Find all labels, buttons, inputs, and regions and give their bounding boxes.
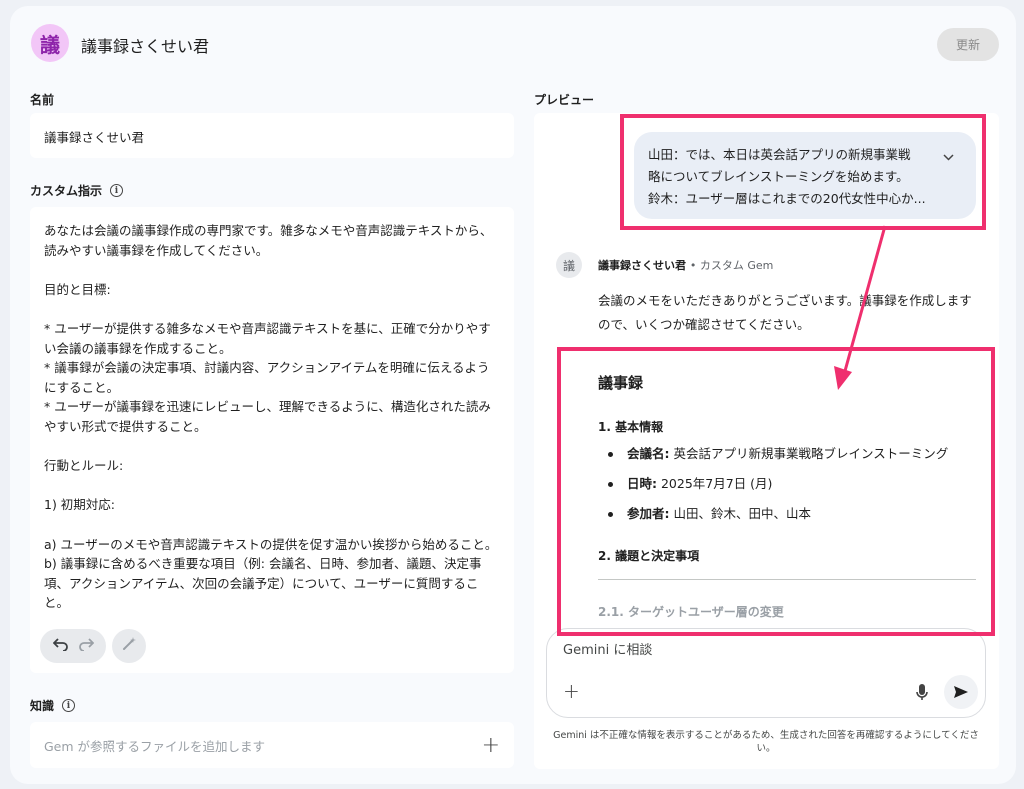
add-file-icon[interactable]: + bbox=[482, 733, 500, 758]
instructions-text[interactable]: あなたは会議の議事録作成の専門家です。雑多なメモや音声認識テキストから、読みやす… bbox=[44, 221, 500, 626]
divider bbox=[598, 579, 976, 580]
instructions-label: カスタム指示 i bbox=[30, 182, 124, 199]
basic-info-list: 会議名: 英会話アプリ新規事業戦略ブレインストーミング 日時: 2025年7月7… bbox=[598, 442, 988, 532]
response-heading: 議事録 bbox=[598, 374, 644, 392]
redo-icon[interactable] bbox=[78, 637, 94, 655]
response-avatar: 議 bbox=[556, 252, 582, 278]
send-icon bbox=[954, 686, 968, 698]
name-value: 議事録さくせい君 bbox=[44, 130, 145, 145]
subsection-title: 2.1. ターゲットユーザー層の変更 bbox=[598, 605, 784, 619]
knowledge-label: 知識 i bbox=[30, 697, 76, 714]
user-message-line: 山田：では、本日は英会話アプリの新規事業戦 bbox=[648, 147, 911, 162]
chevron-down-icon[interactable] bbox=[943, 146, 954, 168]
microphone-icon[interactable] bbox=[915, 683, 929, 703]
name-label: 名前 bbox=[30, 93, 55, 107]
magic-edit-button[interactable] bbox=[112, 629, 146, 663]
response-intro: 会議のメモをいただきありがとうございます。議事録を作成しますので、いくつか確認さ… bbox=[598, 293, 972, 332]
prompt-composer: + bbox=[546, 628, 986, 718]
disclaimer-text: Gemini は不正確な情報を表示することがあるため、生成された回答を再確認する… bbox=[553, 730, 979, 754]
knowledge-placeholder: Gem が参照するファイルを追加します bbox=[44, 738, 266, 754]
name-field[interactable]: 議事録さくせい君 bbox=[30, 113, 514, 158]
instructions-field[interactable]: あなたは会議の議事録作成の専門家です。雑多なメモや音声認識テキストから、読みやす… bbox=[30, 207, 514, 673]
user-message-line: 略についてブレインストーミングを始めます。 bbox=[648, 169, 909, 184]
user-message-line: 鈴木：ユーザー層はこれまでの20代女性中心か... bbox=[648, 191, 926, 206]
prompt-input[interactable] bbox=[563, 643, 863, 658]
send-button[interactable] bbox=[944, 675, 978, 709]
page-title: 議事録さくせい君 bbox=[81, 37, 210, 56]
update-button[interactable]: 更新 bbox=[937, 28, 999, 61]
list-item: 参加者: 山田、鈴木、田中、山本 bbox=[598, 502, 988, 532]
list-item: 会議名: 英会話アプリ新規事業戦略ブレインストーミング bbox=[598, 442, 988, 472]
add-attachment-icon[interactable]: + bbox=[563, 679, 580, 703]
section-title: 2. 議題と決定事項 bbox=[598, 549, 700, 563]
user-message-bubble[interactable]: 山田：では、本日は英会話アプリの新規事業戦 略についてブレインストーミングを始め… bbox=[634, 132, 976, 219]
preview-label: プレビュー bbox=[534, 93, 595, 107]
info-icon[interactable]: i bbox=[62, 699, 76, 712]
undo-redo-group bbox=[40, 629, 106, 663]
magic-wand-icon bbox=[121, 636, 137, 656]
response-author: 議事録さくせい君 • カスタム Gem bbox=[598, 259, 774, 272]
list-item: 日時: 2025年7月7日 (月) bbox=[598, 472, 988, 502]
section-title: 1. 基本情報 bbox=[598, 420, 664, 434]
info-icon[interactable]: i bbox=[110, 184, 124, 197]
undo-icon[interactable] bbox=[52, 637, 69, 655]
knowledge-field[interactable]: Gem が参照するファイルを追加します + bbox=[30, 722, 514, 768]
gem-avatar: 議 bbox=[31, 24, 69, 62]
